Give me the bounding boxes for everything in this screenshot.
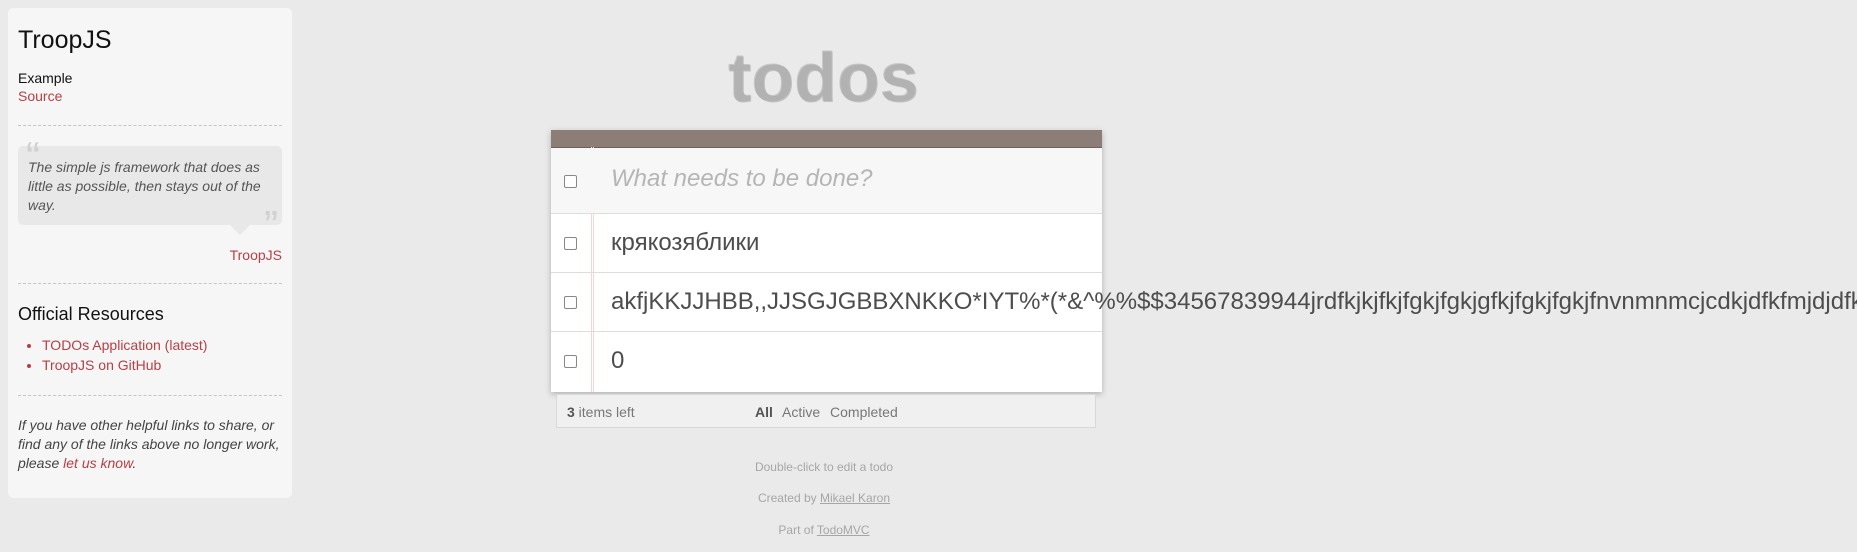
todo-footer: 3 items left All Active Completed [556, 394, 1096, 428]
let-us-know-link[interactable]: let us know [63, 455, 132, 471]
todo-app: What needs to be done? крякозяблики akfj… [551, 130, 1857, 392]
resources-list: TODOs Application (latest) TroopJS on Gi… [18, 335, 282, 375]
todo-count: 3 items left [567, 404, 635, 420]
footnote-end: . [132, 455, 137, 471]
quote-author-link[interactable]: TroopJS [18, 247, 282, 263]
app-header-bar [551, 130, 1102, 148]
todo-title[interactable]: akfjKKJJHBB,,JJSGJGBBXNKKO*IYT%*(*&^%%$$… [611, 287, 1857, 317]
close-quote-icon: ” [264, 202, 278, 249]
created-by: Created by Mikael Karon [551, 491, 1097, 505]
toggle-all-checkbox[interactable] [564, 175, 577, 188]
todo-item[interactable]: akfjKKJJHBB,,JJSGJGBBXNKKO*IYT%*(*&^%%$$… [551, 273, 1857, 332]
example-label: Example [18, 70, 73, 86]
resource-item: TODOs Application (latest) [42, 335, 282, 355]
todo-title[interactable]: крякозяблики [611, 228, 759, 258]
quote-tail [230, 225, 250, 235]
todo-toggle-checkbox[interactable] [564, 296, 577, 309]
todo-title[interactable]: 0 [611, 346, 624, 376]
part-of: Part of TodoMVC [551, 523, 1097, 537]
todo-item[interactable]: 0 [551, 332, 1102, 391]
quote-box: “ The simple js framework that does as l… [18, 136, 282, 247]
filter-completed[interactable]: Completed [830, 404, 898, 420]
source-link[interactable]: Source [18, 87, 282, 105]
todo-count-number: 3 [567, 404, 575, 420]
new-todo-input[interactable]: What needs to be done? [611, 164, 873, 194]
edit-hint: Double-click to edit a todo [754, 460, 894, 474]
todo-toggle-checkbox[interactable] [564, 355, 577, 368]
quote-text: The simple js framework that does as lit… [28, 159, 261, 213]
todomvc-link[interactable]: TodoMVC [817, 523, 870, 537]
todo-toggle-checkbox[interactable] [564, 237, 577, 250]
divider [18, 283, 282, 284]
open-quote-icon: “ [26, 133, 40, 180]
resources-heading: Official Resources [18, 304, 164, 324]
filter-all[interactable]: All [755, 404, 773, 420]
footnote-text: If you have other helpful links to share… [18, 417, 280, 471]
sidebar-title: TroopJS [18, 26, 112, 54]
filter-active[interactable]: Active [782, 404, 820, 420]
resource-link-todos-app[interactable]: TODOs Application (latest) [42, 337, 207, 353]
learn-sidebar: TroopJS Example Source “ The simple js f… [8, 8, 292, 498]
author-link[interactable]: Mikael Karon [820, 491, 890, 505]
new-todo-row: What needs to be done? [551, 148, 1102, 214]
part-of-prefix: Part of [778, 523, 817, 537]
sidebar-footnote: If you have other helpful links to share… [18, 416, 282, 473]
app-title: todos [728, 39, 920, 117]
resource-item: TroopJS on GitHub [42, 355, 282, 375]
todo-item[interactable]: крякозяблики [551, 214, 1102, 273]
resource-link-github[interactable]: TroopJS on GitHub [42, 357, 161, 373]
todo-count-suffix: items left [574, 404, 635, 420]
created-by-prefix: Created by [757, 491, 820, 505]
divider [18, 395, 282, 396]
filters: All Active Completed [755, 404, 904, 420]
divider [18, 125, 282, 126]
